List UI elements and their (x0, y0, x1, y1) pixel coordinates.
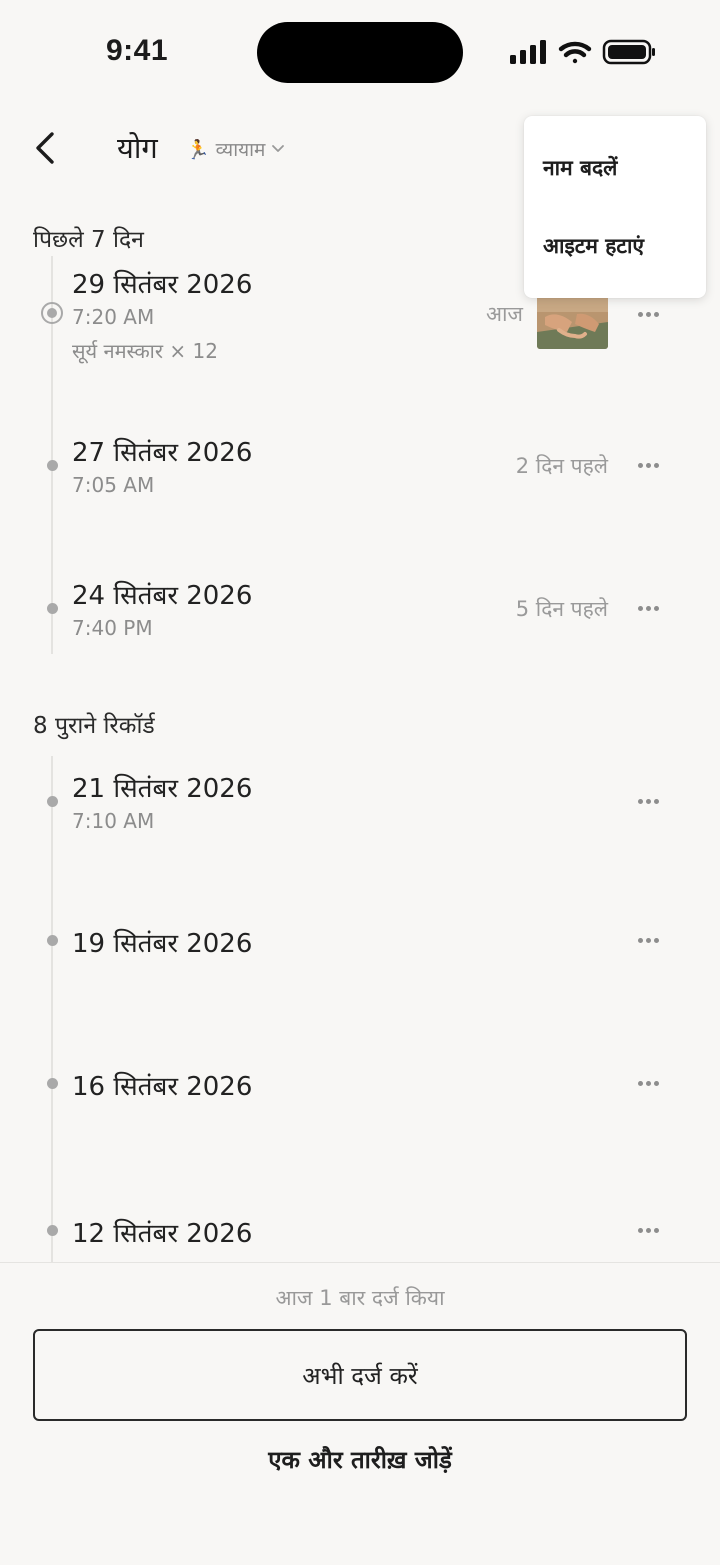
entry-date: 12 सितंबर 2026 (72, 1219, 253, 1249)
entry-date: 27 सितंबर 2026 (72, 438, 253, 468)
timeline-current-dot (41, 302, 63, 324)
battery-icon (602, 39, 655, 65)
entry-time: 7:20 AM (72, 305, 155, 329)
entry-time: 7:10 AM (72, 809, 155, 833)
timeline-dot (47, 796, 58, 807)
delete-item-menu-item[interactable]: आइटम हटाएं (543, 232, 644, 260)
section-heading-older: 8 पुराने रिकॉर्ड (33, 713, 155, 739)
wifi-icon (558, 41, 592, 64)
entry-date: 29 सितंबर 2026 (72, 270, 253, 300)
category-selector[interactable]: 🏃 व्यायाम (186, 136, 285, 162)
entry-more-button[interactable] (630, 789, 666, 813)
footer-divider (0, 1262, 720, 1263)
log-now-button[interactable]: अभी दर्ज करें (33, 1329, 687, 1421)
entry-relative-time: आज (485, 302, 523, 326)
entry-photo[interactable] (537, 292, 608, 349)
chevron-left-icon (36, 132, 54, 164)
status-icons (508, 38, 658, 68)
timeline-rail (51, 756, 53, 1262)
entry-more-button[interactable] (630, 1218, 666, 1242)
cellular-signal-icon (510, 40, 546, 64)
logged-today-status: आज 1 बार दर्ज किया (275, 1286, 445, 1310)
entry-date: 16 सितंबर 2026 (72, 1072, 253, 1102)
status-time: 9:41 (106, 34, 169, 67)
entry-time: 7:05 AM (72, 473, 155, 497)
timeline-dot (47, 1225, 58, 1236)
category-label: व्यायाम (215, 139, 266, 161)
entry-more-button[interactable] (630, 302, 666, 326)
entry-relative-time: 5 दिन पहले (515, 597, 608, 621)
chevron-down-icon (272, 145, 285, 152)
entry-time: 7:40 PM (72, 616, 153, 640)
running-icon: 🏃 (186, 138, 210, 161)
entry-more-button[interactable] (630, 1071, 666, 1095)
entry-date: 21 सितंबर 2026 (72, 774, 253, 804)
entry-note: सूर्य नमस्कार × 12 (72, 339, 218, 363)
section-heading-recent: पिछले 7 दिन (33, 227, 144, 253)
entry-more-button[interactable] (630, 453, 666, 477)
timeline-dot (47, 460, 58, 471)
timeline-dot (47, 603, 58, 614)
entry-date: 19 सितंबर 2026 (72, 929, 253, 959)
timeline-dot (47, 1078, 58, 1089)
entry-more-button[interactable] (630, 596, 666, 620)
entry-context-menu: नाम बदलें आइटम हटाएं (524, 116, 706, 298)
timeline-dot (47, 935, 58, 946)
page-title: योग (117, 131, 158, 165)
entry-relative-time: 2 दिन पहले (515, 454, 608, 478)
entry-date: 24 सितंबर 2026 (72, 581, 253, 611)
rename-menu-item[interactable]: नाम बदलें (543, 154, 617, 182)
back-button[interactable] (28, 126, 68, 170)
entry-more-button[interactable] (630, 928, 666, 952)
add-another-date-button[interactable]: एक और तारीख़ जोड़ें (0, 1443, 720, 1476)
dynamic-island (257, 22, 463, 83)
